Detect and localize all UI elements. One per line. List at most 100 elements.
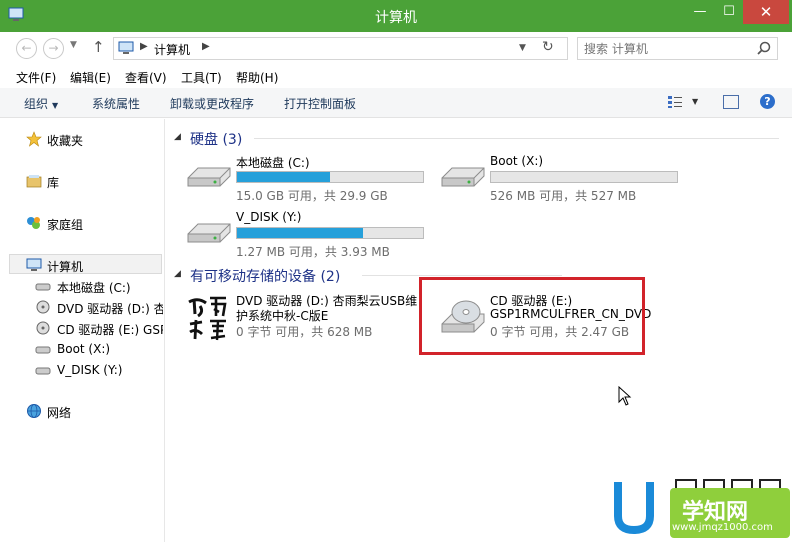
dvd-drive-icon	[36, 300, 50, 314]
chevron-right-icon[interactable]: ▶	[140, 41, 148, 52]
chevron-right-icon[interactable]: ▶	[202, 41, 210, 52]
highlight-annotation	[419, 277, 645, 355]
watermark-url: www.jmqz1000.com	[672, 522, 773, 533]
refresh-icon[interactable]: ↻	[542, 39, 554, 55]
title-bar: 计算机 — ☐ ✕	[0, 0, 792, 32]
drive-capacity: 1.27 MB 可用，共 3.93 MB	[236, 245, 390, 259]
cd-drive-icon	[36, 321, 50, 335]
star-icon	[26, 131, 42, 147]
divider	[254, 138, 779, 139]
nav-computer-label: 计算机	[47, 260, 84, 274]
hard-drive-icon	[187, 167, 231, 187]
network-icon	[27, 404, 41, 418]
control-panel-button[interactable]: 打开控制面板	[284, 95, 356, 112]
nav-favorites-label: 收藏夹	[47, 134, 84, 148]
nav-drive-x[interactable]: Boot (X:)	[0, 339, 163, 359]
menu-tools[interactable]: 工具(T)	[181, 69, 222, 86]
collapse-icon[interactable]: ◢	[174, 269, 181, 279]
menu-edit[interactable]: 编辑(E)	[70, 69, 111, 86]
command-bar: 组织 ▼ 系统属性 卸载或更改程序 打开控制面板 ▼ ?	[0, 88, 792, 118]
menu-bar: 文件(F) 编辑(E) 查看(V) 工具(T) 帮助(H)	[0, 66, 792, 88]
recent-locations-icon[interactable]: ▼	[70, 40, 77, 50]
organize-button[interactable]: 组织 ▼	[24, 95, 58, 112]
nav-drive-label: DVD 驱动器 (D:) 杏	[57, 302, 163, 316]
nav-favorites[interactable]: 收藏夹	[0, 129, 163, 149]
nav-drive-label: Boot (X:)	[57, 342, 111, 356]
drive-item-y[interactable]: V_DISK (Y:) 1.27 MB 可用，共 3.93 MB	[184, 210, 434, 264]
capacity-bar	[236, 227, 424, 239]
nav-drive-label: 本地磁盘 (C:)	[57, 281, 131, 295]
hard-drive-icon	[187, 223, 231, 243]
organize-label: 组织	[24, 97, 49, 111]
drive-item-d[interactable]: DVD 驱动器 (D:) 杏雨梨云USB维 护系统中秋-C版E 0 字节 可用，…	[184, 292, 434, 350]
maximize-button[interactable]: ☐	[715, 0, 743, 24]
system-properties-button[interactable]: 系统属性	[92, 95, 140, 112]
group-hard-drives[interactable]: ◢ 硬盘 (3)	[174, 128, 784, 148]
nav-network[interactable]: 网络	[0, 401, 163, 421]
nav-drive-e[interactable]: CD 驱动器 (E:) GSP	[0, 318, 163, 338]
capacity-bar	[236, 171, 424, 183]
window-title: 计算机	[375, 10, 417, 26]
homegroup-icon	[27, 217, 40, 229]
search-icon[interactable]	[757, 41, 771, 55]
address-bar[interactable]: ▶ 计算机 ▶ ▼ ↻	[113, 37, 568, 60]
hard-drive-icon	[35, 283, 51, 291]
drive-name: V_DISK (Y:)	[236, 210, 302, 224]
close-button[interactable]: ✕	[743, 0, 789, 24]
up-icon[interactable]: ↑	[92, 38, 105, 56]
hard-drive-icon	[35, 346, 51, 354]
uninstall-button[interactable]: 卸载或更改程序	[170, 95, 254, 112]
nav-library[interactable]: 库	[0, 171, 163, 191]
nav-drive-label: V_DISK (Y:)	[57, 363, 123, 377]
drive-capacity: 15.0 GB 可用，共 29.9 GB	[236, 189, 388, 203]
collapse-icon[interactable]: ◢	[174, 132, 181, 142]
group-title: 有可移动存储的设备 (2)	[190, 269, 341, 285]
chevron-down-icon[interactable]: ▼	[519, 43, 526, 53]
forward-button[interactable]: →	[43, 38, 64, 59]
breadcrumb[interactable]: 计算机	[154, 41, 190, 58]
mouse-cursor-icon	[618, 386, 632, 406]
view-options-icon[interactable]	[667, 95, 683, 109]
library-icon	[26, 175, 42, 188]
nav-computer[interactable]: 计算机	[9, 254, 162, 274]
menu-file[interactable]: 文件(F)	[16, 69, 56, 86]
hard-drive-icon	[441, 167, 485, 187]
nav-drive-label: CD 驱动器 (E:) GSP	[57, 323, 163, 337]
group-title: 硬盘 (3)	[190, 132, 243, 148]
calligraphy-logo-icon	[188, 296, 227, 341]
capacity-bar	[490, 171, 678, 183]
chevron-down-icon[interactable]: ▼	[692, 97, 698, 106]
nav-homegroup[interactable]: 家庭组	[0, 213, 163, 233]
nav-drive-c[interactable]: 本地磁盘 (C:)	[0, 276, 163, 296]
chevron-down-icon: ▼	[52, 101, 59, 110]
minimize-button[interactable]: —	[685, 0, 715, 24]
preview-pane-icon[interactable]	[723, 95, 739, 109]
menu-view[interactable]: 查看(V)	[125, 69, 167, 86]
nav-drive-y[interactable]: V_DISK (Y:)	[0, 360, 163, 380]
drive-name: 本地磁盘 (C:)	[236, 156, 310, 170]
computer-icon	[118, 41, 134, 54]
drive-label: 护系统中秋-C版E	[236, 309, 329, 323]
navigation-row: ← → ▼ ↑ ▶ 计算机 ▶ ▼ ↻	[0, 32, 792, 64]
menu-help[interactable]: 帮助(H)	[236, 69, 278, 86]
nav-homegroup-label: 家庭组	[47, 218, 84, 232]
nav-drive-d[interactable]: DVD 驱动器 (D:) 杏	[0, 297, 163, 317]
hard-drive-icon	[35, 367, 51, 375]
drive-item-x[interactable]: Boot (X:) 526 MB 可用，共 527 MB	[438, 154, 688, 208]
drive-name: Boot (X:)	[490, 154, 544, 168]
help-icon[interactable]: ?	[760, 94, 775, 109]
back-button[interactable]: ←	[16, 38, 37, 59]
capacity-fill	[237, 228, 364, 238]
nav-network-label: 网络	[47, 406, 72, 420]
divider	[362, 275, 562, 276]
computer-icon	[26, 258, 42, 271]
navigation-pane: 收藏夹 库 家庭组 计算机 本地磁盘 (C:) DVD 驱动器 (D:) 杏 C…	[0, 119, 165, 542]
drive-item-c[interactable]: 本地磁盘 (C:) 15.0 GB 可用，共 29.9 GB	[184, 154, 434, 208]
watermark: 学知网 www.jmqz1000.com	[612, 478, 792, 542]
capacity-fill	[237, 172, 330, 182]
drive-capacity: 526 MB 可用，共 527 MB	[490, 189, 637, 203]
search-input[interactable]	[584, 40, 754, 57]
nav-library-label: 库	[47, 176, 60, 190]
drive-capacity: 0 字节 可用，共 628 MB	[236, 325, 373, 339]
search-box[interactable]	[577, 37, 778, 60]
